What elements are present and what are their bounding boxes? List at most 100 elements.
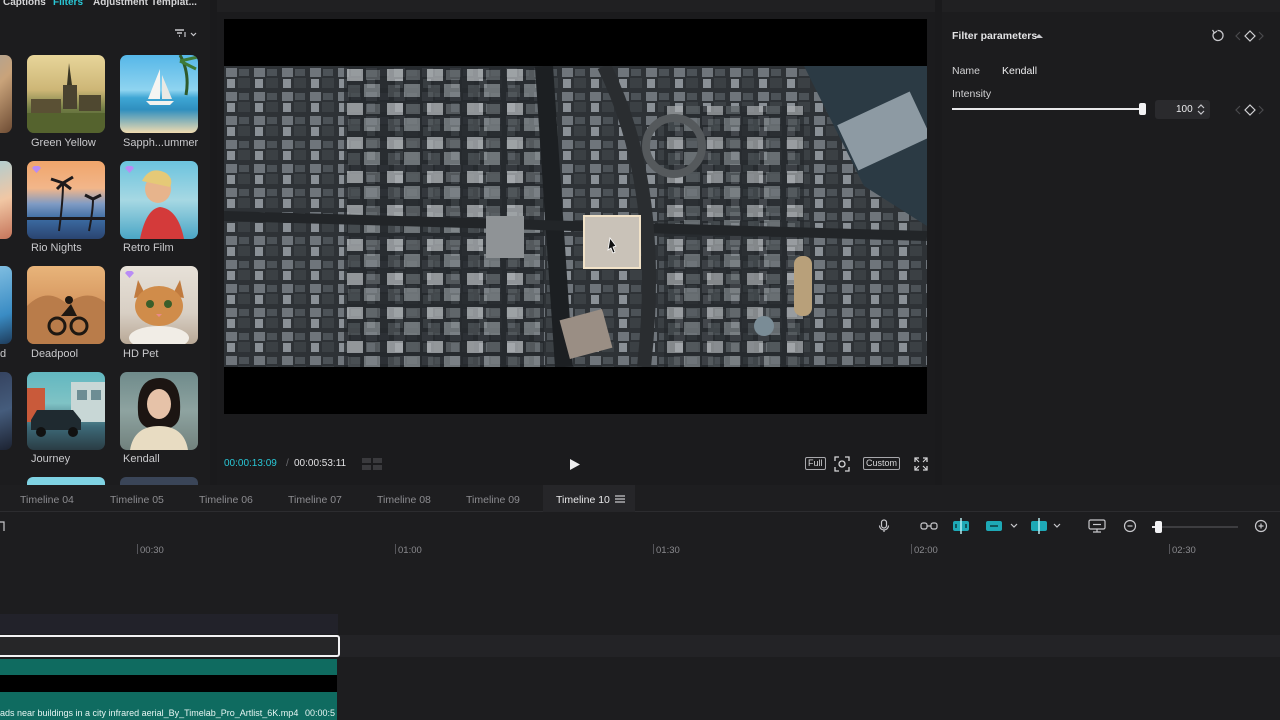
premium-gem-icon xyxy=(125,166,134,173)
ruler-label: 01:00 xyxy=(398,545,422,556)
timecode-grid-icon[interactable] xyxy=(361,457,383,471)
tab-templates[interactable]: Templat... xyxy=(151,0,197,8)
preview-axis-icon[interactable] xyxy=(1088,519,1106,533)
video-clip-label-bar: ads near buildings in a city infrared ae… xyxy=(0,706,337,720)
tab-timeline-08[interactable]: Timeline 08 xyxy=(377,494,431,506)
video-clip[interactable] xyxy=(0,659,337,706)
filter-thumb-hd-pet[interactable] xyxy=(120,266,198,344)
intensity-keyframe-icon[interactable] xyxy=(1235,104,1265,116)
timeline-tabs-bar: Timeline 04 Timeline 05 Timeline 06 Time… xyxy=(0,485,1280,512)
premium-gem-icon xyxy=(32,166,41,173)
tab-timeline-05[interactable]: Timeline 05 xyxy=(110,494,164,506)
split-preview-icon[interactable] xyxy=(1030,518,1064,534)
zoom-slider[interactable] xyxy=(1152,521,1238,533)
time-separator: / xyxy=(286,458,289,469)
intensity-slider-fill xyxy=(952,108,1146,110)
filter-track-region xyxy=(0,614,338,634)
ruler-label: 02:30 xyxy=(1172,545,1196,556)
ruler-major-tick xyxy=(137,544,138,554)
filter-label: Rio Nights xyxy=(31,242,82,254)
ruler-major-tick xyxy=(911,544,912,554)
ruler-label: 00:30 xyxy=(140,545,164,556)
intensity-slider-handle[interactable] xyxy=(1139,103,1146,115)
time-ruler[interactable] xyxy=(0,542,1280,554)
keyframe-nav-icon[interactable] xyxy=(1235,30,1265,42)
filter-thumb-partial[interactable] xyxy=(0,266,12,344)
name-value: Kendall xyxy=(1002,65,1038,77)
auto-link-icon[interactable] xyxy=(985,519,1019,533)
video-clip-filename: ads near buildings in a city infrared ae… xyxy=(0,708,299,718)
play-icon[interactable] xyxy=(569,458,581,471)
tab-timeline-04[interactable]: Timeline 04 xyxy=(20,494,74,506)
intensity-slider-track[interactable] xyxy=(952,103,1146,115)
total-time: 00:00:53:11 xyxy=(294,458,347,469)
filter-panel: Captions Filters Adjustment Templat... d… xyxy=(0,0,210,485)
video-clip-duration: 00:00:5 xyxy=(305,708,336,718)
sort-filter-icon[interactable] xyxy=(174,28,198,40)
collapse-caret-icon[interactable] xyxy=(1035,33,1043,39)
filter-label: Retro Film xyxy=(123,242,174,254)
filter-parameters-panel: Filter parameters Name Kendall Intensity… xyxy=(942,0,1280,485)
filter-label: Sapph...ummer xyxy=(123,137,199,149)
filter-thumb-partial[interactable] xyxy=(0,372,12,450)
name-label: Name xyxy=(952,65,981,77)
filter-thumb-partial[interactable] xyxy=(27,477,105,485)
filter-thumb-partial[interactable] xyxy=(120,477,198,485)
fullscreen-icon[interactable] xyxy=(914,457,928,471)
filter-thumb-partial[interactable] xyxy=(0,161,12,239)
filter-thumb-green-yellow[interactable] xyxy=(27,55,105,133)
link-clips-icon[interactable] xyxy=(920,521,938,531)
filter-label: Deadpool xyxy=(31,348,79,360)
video-player: 00:00:13:09 / 00:00:53:11 Full Custom xyxy=(217,0,935,485)
menu-icon[interactable] xyxy=(615,495,625,503)
tab-adjustment[interactable]: Adjustment xyxy=(93,0,148,8)
tab-timeline-07[interactable]: Timeline 07 xyxy=(288,494,342,506)
filter-label: Kendall xyxy=(123,453,160,465)
video-clip-waveform xyxy=(0,675,337,692)
zoom-slider-handle[interactable] xyxy=(1155,521,1162,533)
filter-thumb-kendall[interactable] xyxy=(120,372,198,450)
magnet-snap-icon[interactable] xyxy=(952,518,970,534)
filter-clip-kendall-selected[interactable] xyxy=(0,635,340,657)
custom-ratio-button[interactable]: Custom xyxy=(863,457,901,470)
params-header-strip xyxy=(942,0,1280,12)
intensity-label: Intensity xyxy=(952,88,992,100)
ruler-label: 01:30 xyxy=(656,545,680,556)
filter-thumb-partial[interactable] xyxy=(0,55,12,133)
filter-label: Green Yellow xyxy=(31,137,96,149)
ruler-label: 02:00 xyxy=(914,545,938,556)
premium-gem-icon xyxy=(125,271,134,278)
filter-thumb-sapphire-summer[interactable] xyxy=(120,55,198,133)
video-canvas[interactable] xyxy=(224,19,927,414)
tab-filters[interactable]: Filters xyxy=(53,0,83,8)
filter-thumb-journey[interactable] xyxy=(27,372,105,450)
filter-thumb-rio-nights[interactable] xyxy=(27,161,105,239)
filter-thumb-deadpool[interactable] xyxy=(27,266,105,344)
zoom-in-icon[interactable] xyxy=(1254,519,1268,533)
timeline-area: Timeline 04 Timeline 05 Timeline 06 Time… xyxy=(0,485,1280,720)
tab-timeline-10-label: Timeline 10 xyxy=(556,494,610,506)
tab-timeline-09[interactable]: Timeline 09 xyxy=(466,494,520,506)
stepper-icon[interactable] xyxy=(1197,103,1205,116)
filter-label: HD Pet xyxy=(123,348,159,360)
screenshot-focus-icon[interactable] xyxy=(834,456,850,472)
tab-timeline-10-active[interactable]: Timeline 10 xyxy=(543,485,635,512)
trim-edge-icon[interactable] xyxy=(0,520,6,533)
video-frame-aerial-city xyxy=(224,66,927,367)
tab-timeline-06[interactable]: Timeline 06 xyxy=(199,494,253,506)
zoom-out-icon[interactable] xyxy=(1123,519,1137,533)
microphone-icon[interactable] xyxy=(878,519,890,533)
player-header xyxy=(217,0,935,12)
reset-icon[interactable] xyxy=(1211,29,1224,42)
ruler-major-tick xyxy=(653,544,654,554)
filter-label-partial: d xyxy=(0,348,7,360)
params-title: Filter parameters xyxy=(952,30,1038,42)
ruler-major-tick xyxy=(395,544,396,554)
filter-thumb-retro-film[interactable] xyxy=(120,161,198,239)
full-quality-button[interactable]: Full xyxy=(805,457,826,470)
intensity-value-field[interactable]: 100 xyxy=(1155,100,1210,119)
ruler-major-tick xyxy=(1169,544,1170,554)
intensity-value: 100 xyxy=(1176,104,1193,115)
tab-captions[interactable]: Captions xyxy=(3,0,46,8)
current-time: 00:00:13:09 xyxy=(224,458,277,469)
